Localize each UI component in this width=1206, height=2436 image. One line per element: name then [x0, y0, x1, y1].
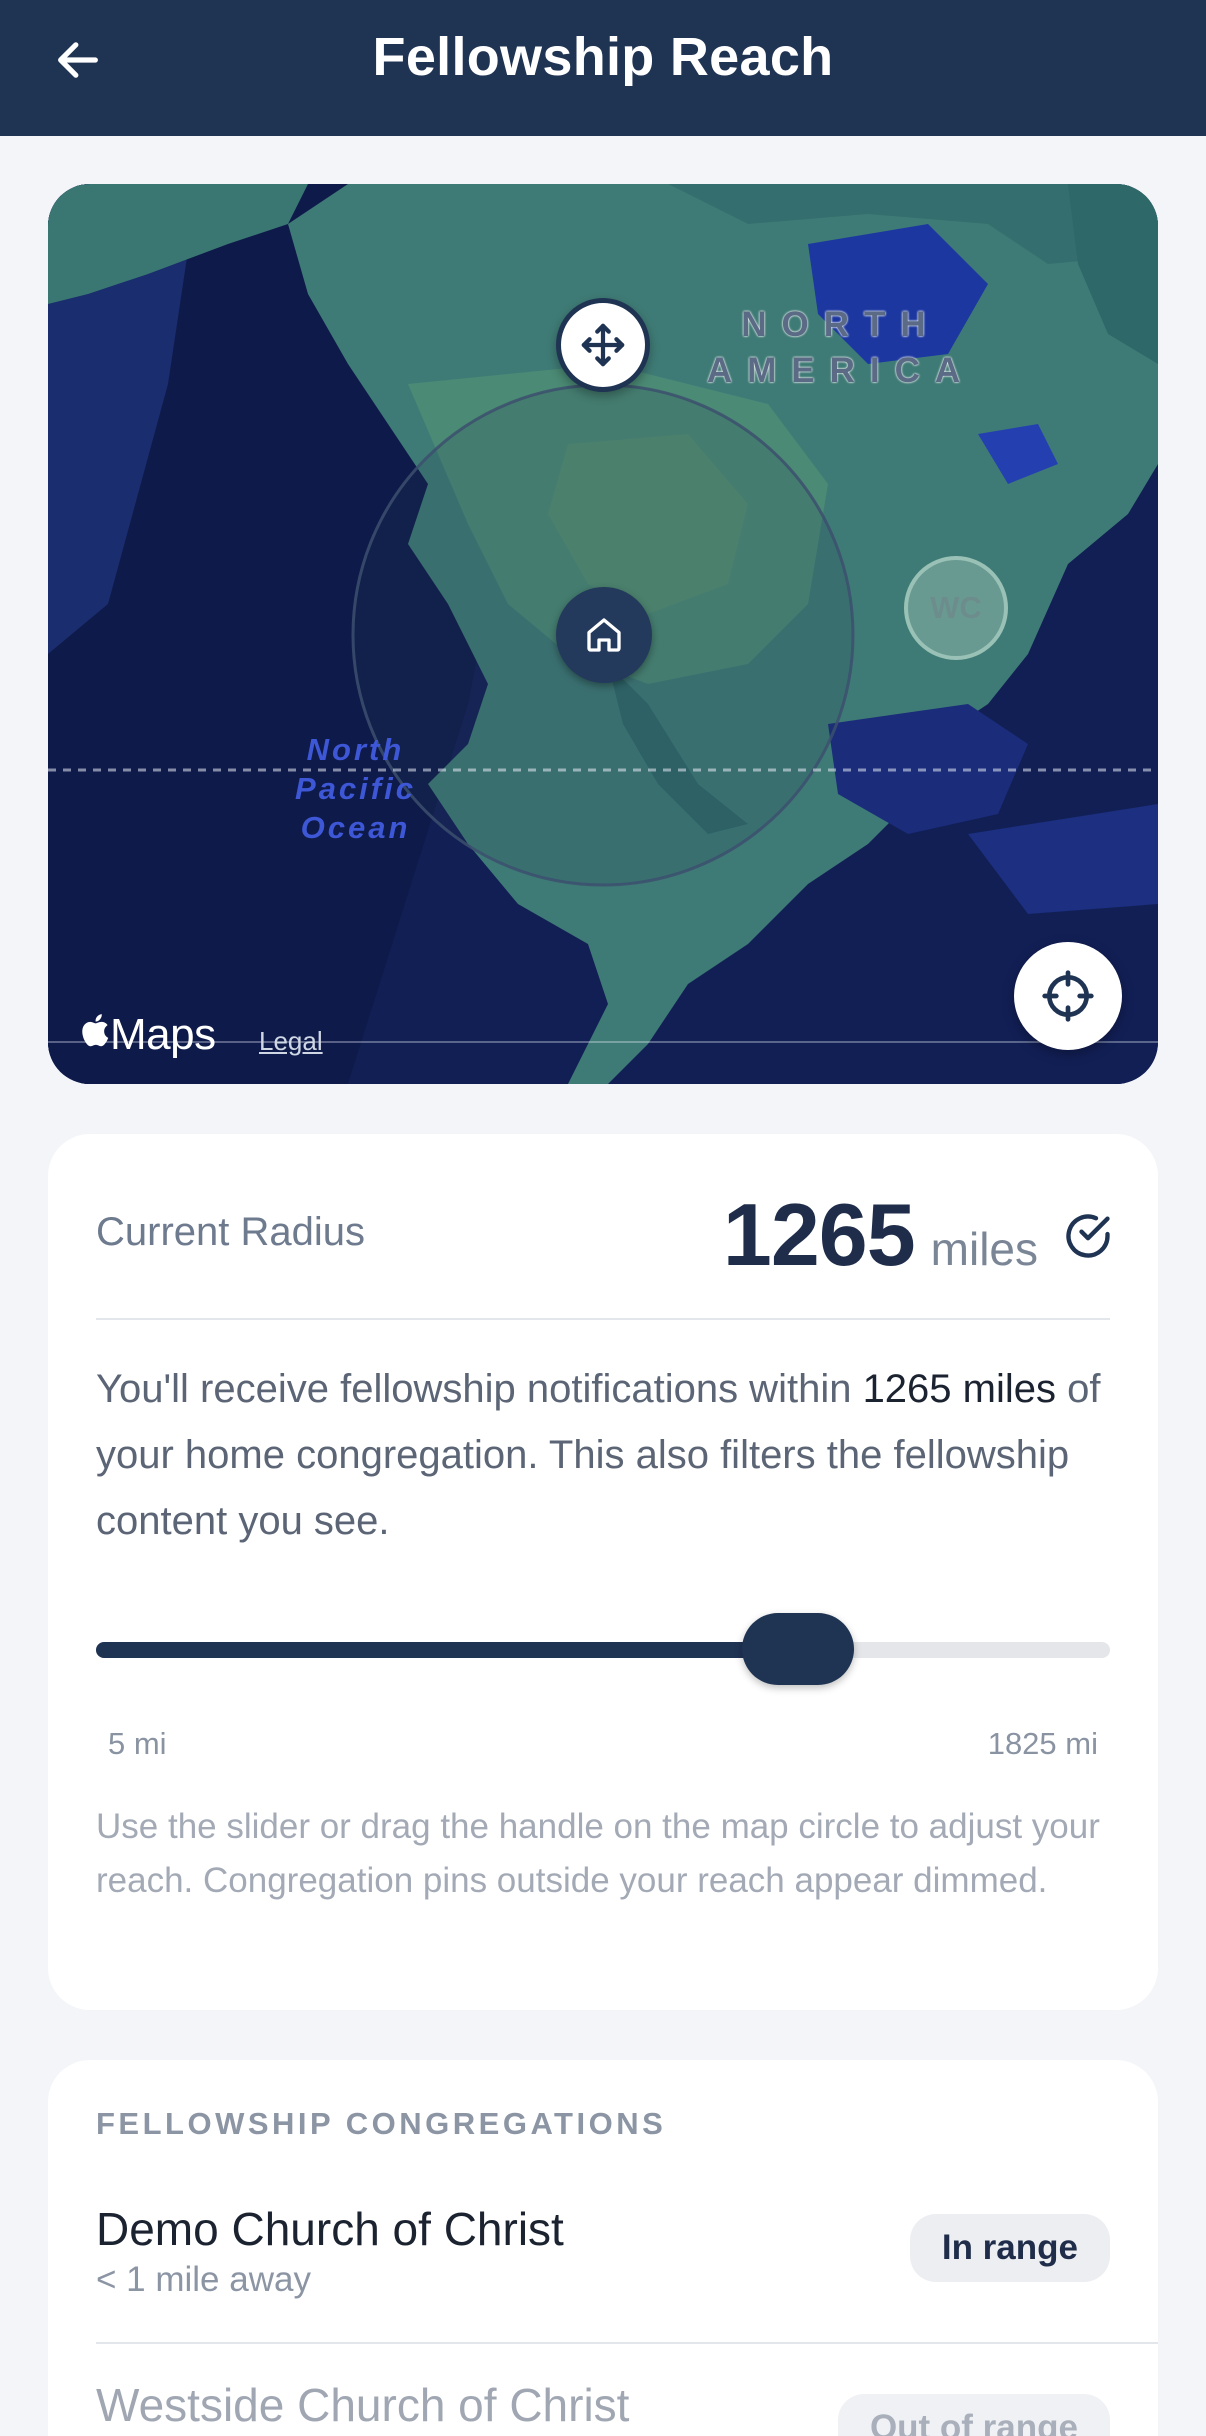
maps-attribution: Maps — [78, 1010, 216, 1060]
continent-label-line2: AMERICA — [706, 351, 976, 390]
congregation-pin-dimmed[interactable]: WC — [904, 556, 1008, 660]
radius-number: 1265 — [722, 1185, 916, 1284]
congregation-name: Demo Church of Christ — [96, 2203, 564, 2255]
section-title: FELLOWSHIP CONGREGATIONS — [96, 2106, 667, 2141]
page-title: Fellowship Reach — [372, 27, 834, 87]
radius-slider[interactable] — [96, 1613, 1110, 1685]
congregation-name: Westside Church of Christ — [96, 2379, 630, 2431]
radius-unit: miles — [930, 1223, 1038, 1275]
slider-fill — [96, 1642, 798, 1658]
ocean-label-line1: North — [306, 732, 405, 767]
slider-max-label: 1825 mi — [987, 1726, 1098, 1761]
apple-logo-icon — [82, 1014, 109, 1047]
list-item[interactable]: Westside Church of Christ Out of range — [48, 2378, 1158, 2436]
slider-thumb[interactable] — [742, 1613, 854, 1685]
ocean-label-line2: Pacific — [295, 771, 416, 806]
top-app-bar: Fellowship Reach — [0, 0, 1206, 136]
radius-drag-handle[interactable] — [556, 298, 650, 392]
divider — [96, 1318, 1110, 1320]
radius-card: Current Radius 1265 miles You'll receive… — [48, 1134, 1158, 2010]
home-icon — [587, 618, 621, 652]
list-item[interactable]: Demo Church of Christ < 1 mile away In r… — [48, 2202, 1158, 2352]
move-arrows-icon — [581, 323, 625, 367]
legal-link[interactable]: Legal — [259, 1026, 323, 1057]
radius-value: 1265 miles — [723, 1184, 1038, 1286]
continent-label: NORTH AMERICA — [676, 302, 1006, 394]
maps-brand-text: Maps — [110, 1010, 216, 1059]
ocean-label: North Pacific Ocean — [248, 730, 463, 847]
check-circle-icon — [1066, 1214, 1110, 1258]
status-badge: Out of range — [837, 2394, 1110, 2436]
recenter-button[interactable] — [1014, 942, 1122, 1050]
congregations-card: FELLOWSHIP CONGREGATIONS Demo Church of … — [48, 2060, 1158, 2436]
radius-description: You'll receive fellowship notifications … — [96, 1356, 1116, 1554]
desc-prefix: You'll receive fellowship notifications … — [96, 1367, 863, 1411]
home-congregation-pin[interactable] — [556, 587, 652, 683]
ocean-label-line3: Ocean — [300, 810, 411, 845]
continent-label-line1: NORTH — [741, 305, 941, 344]
slider-min-label: 5 mi — [108, 1726, 167, 1761]
slider-hint: Use the slider or drag the handle on the… — [96, 1807, 1100, 1900]
reach-map[interactable]: NORTH AMERICA North Pacific Ocean WC Map… — [48, 184, 1158, 1084]
radius-label: Current Radius — [96, 1210, 366, 1254]
row-divider — [96, 2342, 1158, 2344]
congregation-distance: < 1 mile away — [96, 2260, 311, 2299]
crosshair-icon — [1042, 970, 1094, 1022]
desc-highlight: 1265 miles — [862, 1367, 1056, 1411]
status-badge: In range — [909, 2214, 1110, 2282]
